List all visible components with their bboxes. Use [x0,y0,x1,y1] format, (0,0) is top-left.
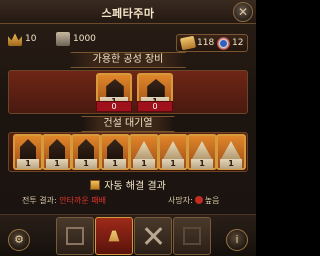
siege-equipment-panel: 1 1 0 0 [8,70,248,114]
ticket-count: 118 [197,38,215,48]
queue-item-badge: 1 [17,159,39,169]
queue-item-2[interactable]: 1 [42,134,72,170]
queue-item-badge: 1 [191,159,213,169]
build-queue-panel: 1 1 1 1 1 1 1 1 [8,132,248,172]
empty-slot-button[interactable] [173,217,211,255]
currency-pill: 118 12 [176,34,248,52]
catapult-icon [20,139,36,159]
crossed-swords-icon [143,226,163,246]
catapult-icon [78,139,94,159]
scroll-icon [56,32,70,46]
queue-item-badge: 1 [46,159,68,169]
siege-window: 스페타주마 ✕ 10 1000 118 12 가용한 공성 장비 1 1 0 0 [0,0,256,256]
auto-resolve-checkbox-icon [90,180,101,190]
close-button[interactable]: ✕ [233,2,253,22]
siege-item-stock: 0 [137,101,173,112]
result-row: 전투 결과: 안타까운 패배 사망자: 높음 [0,195,256,207]
catapult-icon [49,139,65,159]
queue-item-badge: 1 [220,159,242,169]
battle-result: 전투 결과: 안타까운 패배 [22,195,106,206]
queue-item-3[interactable]: 1 [71,134,101,170]
tent-icon [163,141,183,159]
auto-resolve-label: 자동 해결 결과 [104,181,166,192]
catapult-icon [107,139,123,159]
info-icon: i [235,233,239,246]
crown-count: 10 [25,34,37,44]
empty-slot-icon [183,227,201,245]
queue-item-8[interactable]: 1 [216,134,246,170]
queue-section-title: 건설 대기열 [81,116,175,132]
tent-icon [221,141,241,159]
crown-resource: 10 [8,31,36,47]
crown-icon [8,33,22,46]
gear-icon: ⚙ [14,233,24,246]
empty-slot-icon [66,227,84,245]
queue-item-7[interactable]: 1 [187,134,217,170]
attack-button[interactable] [134,217,172,255]
medal-count: 12 [232,38,244,48]
info-button[interactable]: i [226,229,248,251]
settings-button[interactable]: ⚙ [8,229,30,251]
queue-item-badge: 1 [133,159,155,169]
catapult-icon [147,79,165,97]
casualty-level-icon [194,196,203,204]
siege-slot-button[interactable] [56,217,94,255]
queue-item-badge: 1 [75,159,97,169]
tent-icon [192,141,212,159]
ticket-icon [179,35,197,51]
battle-result-value: 안타까운 패배 [59,196,106,205]
casualties-label: 사망자: [168,196,193,205]
auto-resolve-button[interactable] [95,217,133,255]
queue-item-badge: 1 [162,159,184,169]
battle-result-label: 전투 결과: [22,196,57,205]
scroll-count: 1000 [73,34,96,44]
auto-resolve-icon [108,230,120,242]
casualties-value: 높음 [204,196,220,205]
window-title: 스페타주마 [101,7,155,20]
close-icon: ✕ [237,5,249,19]
queue-item-6[interactable]: 1 [158,134,188,170]
casualties: 사망자: 높음 [168,195,220,206]
siege-item-stock: 0 [96,101,132,112]
queue-item-badge: 1 [104,159,126,169]
title-bar: 스페타주마 ✕ [0,0,256,24]
siege-section-title: 가용한 공성 장비 [70,52,186,68]
tent-icon [134,141,154,159]
bottom-toolbar: ⚙ i [0,214,256,256]
medal-icon [217,37,230,50]
auto-resolve-toggle[interactable]: 자동 해결 결과 [0,177,256,192]
queue-item-1[interactable]: 1 [13,134,43,170]
queue-item-4[interactable]: 1 [100,134,130,170]
scroll-resource: 1000 [56,31,96,47]
queue-item-5[interactable]: 1 [129,134,159,170]
catapult-icon [106,79,124,97]
